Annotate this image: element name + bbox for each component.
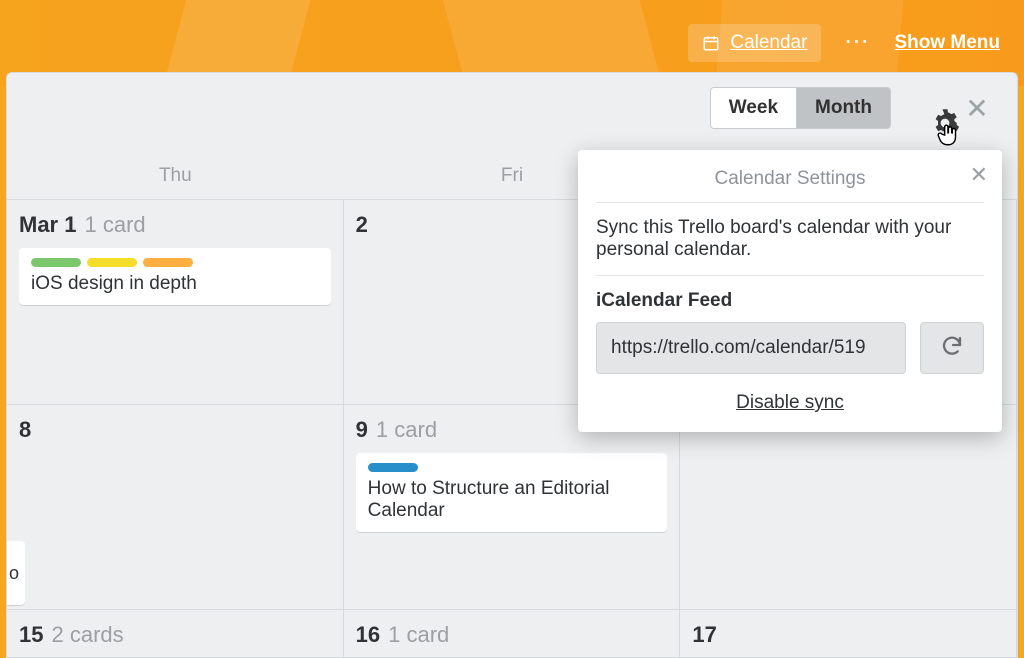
close-icon[interactable]: ✕: [970, 162, 988, 188]
day-header-thu: Thu: [7, 165, 344, 187]
cell-date: 2: [356, 212, 368, 238]
close-calendar-button[interactable]: ✕: [959, 92, 995, 125]
calendar-powerup-button[interactable]: Calendar: [688, 24, 821, 62]
cell-count: 1 card: [376, 417, 437, 443]
view-switch: Week Month: [710, 87, 891, 129]
cell-date: 17: [692, 622, 716, 648]
show-menu-button[interactable]: Show Menu: [894, 32, 1000, 54]
calendar-settings-button[interactable]: [907, 90, 943, 126]
calendar-card[interactable]: How to Structure an Editorial Calendar: [356, 453, 668, 532]
calendar-cell[interactable]: Mar 1 1 card iOS design in depth: [7, 199, 344, 404]
popover-description: Sync this Trello board's calendar with y…: [596, 203, 984, 276]
cell-date: Mar 1: [19, 212, 76, 238]
calendar-cell[interactable]: [680, 404, 1017, 609]
popover-title: Calendar Settings: [714, 168, 865, 189]
cell-count: 2 cards: [51, 622, 123, 648]
cell-count: 1 card: [388, 622, 449, 648]
cell-date: 15: [19, 622, 43, 648]
refresh-icon: [940, 334, 964, 363]
more-dots[interactable]: ···: [845, 32, 870, 54]
card-labels: [368, 463, 656, 472]
disable-sync-link[interactable]: Disable sync: [736, 392, 844, 413]
view-week-button[interactable]: Week: [710, 87, 797, 129]
cell-date: 8: [19, 417, 31, 443]
view-month-button[interactable]: Month: [797, 87, 891, 129]
calendar-card[interactable]: iOS design in depth: [19, 248, 331, 305]
calendar-powerup-label: Calendar: [730, 32, 807, 54]
calendar-icon: [702, 34, 720, 52]
label-green: [31, 258, 81, 267]
calendar-cell[interactable]: 16 1 card: [344, 609, 681, 658]
refresh-feed-button[interactable]: [920, 322, 984, 374]
card-labels: [31, 258, 319, 267]
cell-date: 16: [356, 622, 380, 648]
label-blue: [368, 463, 418, 472]
calendar-settings-popover: Calendar Settings ✕ Sync this Trello boa…: [578, 150, 1002, 432]
popover-title-row: Calendar Settings ✕: [596, 164, 984, 203]
label-yellow: [87, 258, 137, 267]
cell-date: 9: [356, 417, 368, 443]
calendar-cell[interactable]: 8: [7, 404, 344, 609]
ical-feed-input[interactable]: [596, 322, 906, 374]
card-title: iOS design in depth: [31, 273, 319, 295]
calendar-cell[interactable]: 15 2 cards: [7, 609, 344, 658]
overflow-card-text: o: [9, 563, 19, 584]
card-title: How to Structure an Editorial Calendar: [368, 478, 656, 522]
overflow-card-edge[interactable]: o: [6, 541, 25, 605]
ical-feed-label: iCalendar Feed: [596, 290, 984, 312]
calendar-cell[interactable]: 17: [680, 609, 1017, 658]
label-orange: [143, 258, 193, 267]
calendar-panel-toolbar: Week Month ✕: [7, 73, 1017, 135]
calendar-cell[interactable]: 9 1 card How to Structure an Editorial C…: [344, 404, 681, 609]
cell-count: 1 card: [84, 212, 145, 238]
